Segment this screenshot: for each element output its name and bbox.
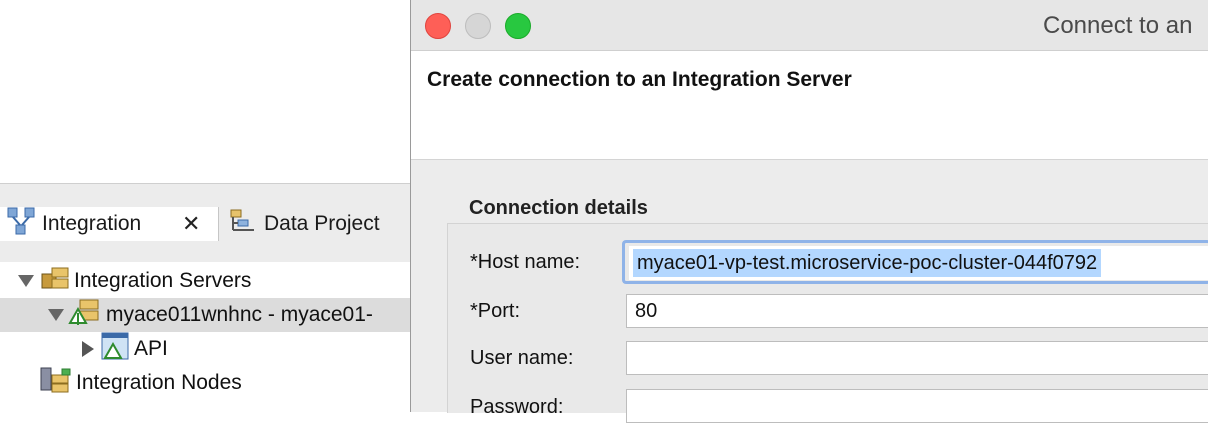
password-label: Password: [470, 396, 564, 418]
window-minimize-button[interactable] [465, 13, 491, 39]
window-titlebar: Connect to an [411, 0, 1208, 51]
window-title: Connect to an [1043, 12, 1193, 39]
host-name-input[interactable]: myace01-vp-test.microservice-poc-cluster… [629, 246, 1208, 280]
integration-tree: Integration Servers myace011wnhnc - myac… [0, 262, 410, 412]
section-title: Connection details [469, 197, 648, 219]
tree-item-server[interactable]: myace011wnhnc - myace01- [0, 298, 410, 332]
tab-integration-label: Integration [42, 212, 142, 235]
user-name-label: User name: [470, 347, 574, 369]
close-icon[interactable]: ✕ [182, 211, 200, 237]
tree-item-integration-servers[interactable]: Integration Servers [0, 264, 251, 298]
data-project-icon [228, 206, 258, 242]
chevron-right-icon[interactable] [82, 341, 94, 357]
integration-view-icon [6, 206, 36, 242]
window-close-button[interactable] [425, 13, 451, 39]
api-icon [100, 331, 130, 367]
view-tab-bar: Integration ✕ Data Project [0, 183, 410, 262]
tab-data-project-label: Data Project [264, 212, 380, 235]
tree-item-label: Integration Servers [74, 269, 252, 292]
tree-item-label: Integration Nodes [76, 371, 242, 394]
password-input[interactable] [626, 389, 1208, 423]
integration-server-icon [68, 297, 102, 333]
chevron-down-icon[interactable] [48, 309, 64, 321]
connect-dialog: Connect to an Create connection to an In… [410, 0, 1208, 423]
servers-folder-icon [40, 264, 70, 298]
dialog-banner: Create connection to an Integration Serv… [411, 51, 1208, 160]
chevron-down-icon[interactable] [18, 275, 34, 287]
tree-item-label: myace011wnhnc - myace01- [106, 303, 373, 326]
host-name-label: *Host name: [470, 251, 581, 273]
tree-item-label: API [134, 337, 168, 360]
window-maximize-button[interactable] [505, 13, 531, 39]
port-label: *Port: [470, 300, 521, 322]
tree-item-api[interactable]: API [0, 332, 168, 366]
tab-data-project[interactable]: Data Project [228, 207, 408, 241]
host-name-selected-text: myace01-vp-test.microservice-poc-cluster… [633, 249, 1102, 277]
tree-item-integration-nodes[interactable]: Integration Nodes [0, 366, 242, 400]
integration-nodes-icon [38, 365, 72, 401]
banner-title: Create connection to an Integration Serv… [427, 68, 852, 91]
port-input[interactable] [626, 294, 1208, 328]
user-name-input[interactable] [626, 341, 1208, 375]
tab-integration[interactable]: Integration ✕ [0, 207, 219, 241]
